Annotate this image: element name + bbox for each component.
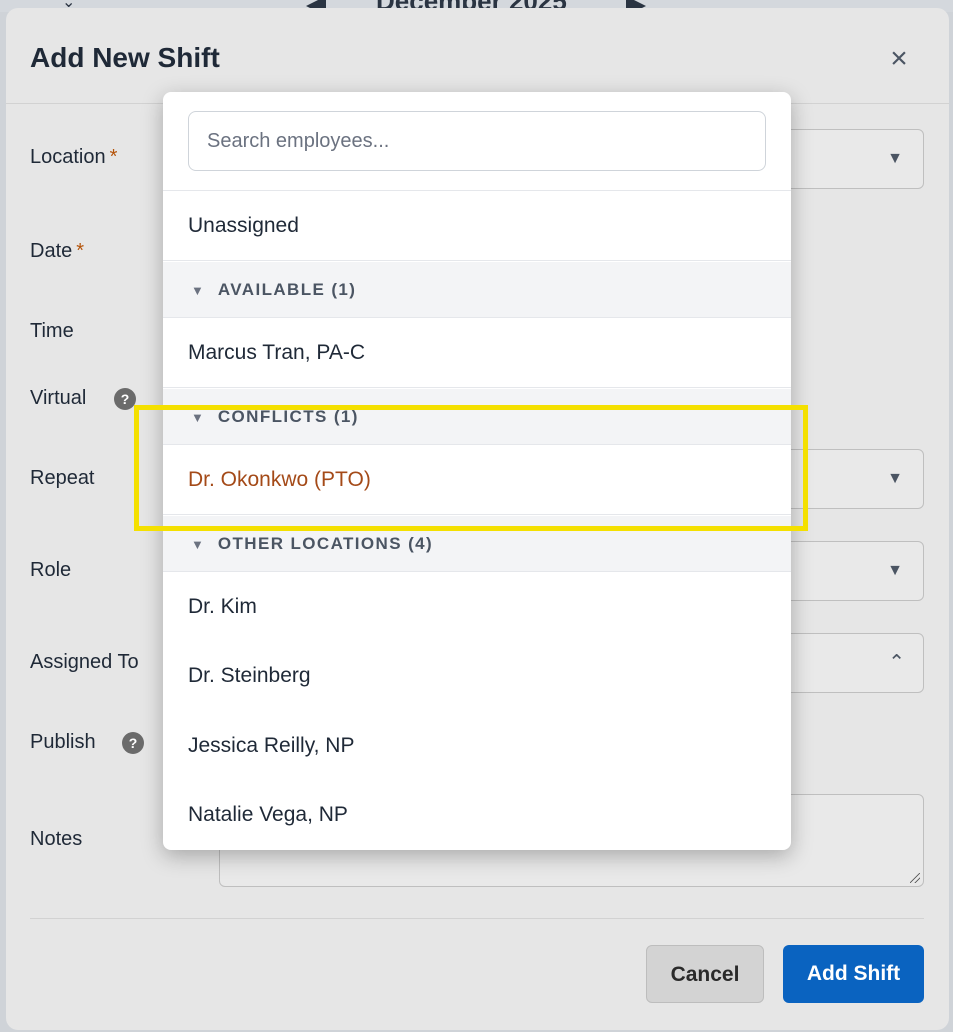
option-employee[interactable]: Dr. Kim xyxy=(163,572,791,642)
chevron-up-icon: ⌃ xyxy=(888,651,905,674)
notes-label: Notes xyxy=(30,828,83,850)
required-marker: * xyxy=(109,146,118,168)
close-icon[interactable]: × xyxy=(886,44,912,74)
publish-label: Publish xyxy=(30,731,96,753)
help-circle-icon[interactable]: ? xyxy=(114,388,136,410)
modal-header: Add New Shift × xyxy=(6,8,949,104)
group-header-conflicts[interactable]: ▼ CONFLICTS (1) xyxy=(163,389,791,445)
triangle-down-icon: ▼ xyxy=(191,283,204,298)
option-employee[interactable]: Dr. Steinberg xyxy=(163,641,791,711)
option-employee[interactable]: Jessica Reilly, NP xyxy=(163,711,791,781)
caret-down-icon: ▼ xyxy=(887,150,903,167)
group-header-other-locations[interactable]: ▼ OTHER LOCATIONS (4) xyxy=(163,516,791,572)
date-label: Date * xyxy=(30,240,85,262)
option-unassigned[interactable]: Unassigned xyxy=(163,191,791,261)
footer-divider xyxy=(30,918,924,919)
group-header-available[interactable]: ▼ AVAILABLE (1) xyxy=(163,262,791,318)
option-employee[interactable]: Marcus Tran, PA-C xyxy=(163,318,791,388)
role-label: Role xyxy=(30,559,72,581)
caret-down-icon: ▼ xyxy=(887,562,903,579)
time-label: Time xyxy=(30,320,74,342)
add-shift-button[interactable]: Add Shift xyxy=(783,945,924,1003)
employee-dropdown: Unassigned ▼AVAILABLE (1) Marcus Tran, P… xyxy=(163,92,791,850)
location-label: Location * xyxy=(30,146,118,168)
assigned-to-label: Assigned To xyxy=(30,651,139,673)
search-container xyxy=(163,92,791,191)
required-marker: * xyxy=(76,240,85,262)
resize-grip-icon[interactable] xyxy=(910,873,920,883)
option-employee-conflict[interactable]: Dr. Okonkwo (PTO) xyxy=(163,445,791,515)
option-employee[interactable]: Natalie Vega, NP xyxy=(163,780,791,850)
repeat-label: Repeat xyxy=(30,467,95,489)
caret-down-icon: ▼ xyxy=(887,470,903,487)
employee-search-input[interactable] xyxy=(188,111,766,171)
help-circle-icon[interactable]: ? xyxy=(122,732,144,754)
virtual-label: Virtual xyxy=(30,387,87,409)
modal-title: Add New Shift xyxy=(30,42,220,73)
cancel-button[interactable]: Cancel xyxy=(646,945,764,1003)
triangle-down-icon: ▼ xyxy=(191,537,204,552)
triangle-down-icon: ▼ xyxy=(191,410,204,425)
